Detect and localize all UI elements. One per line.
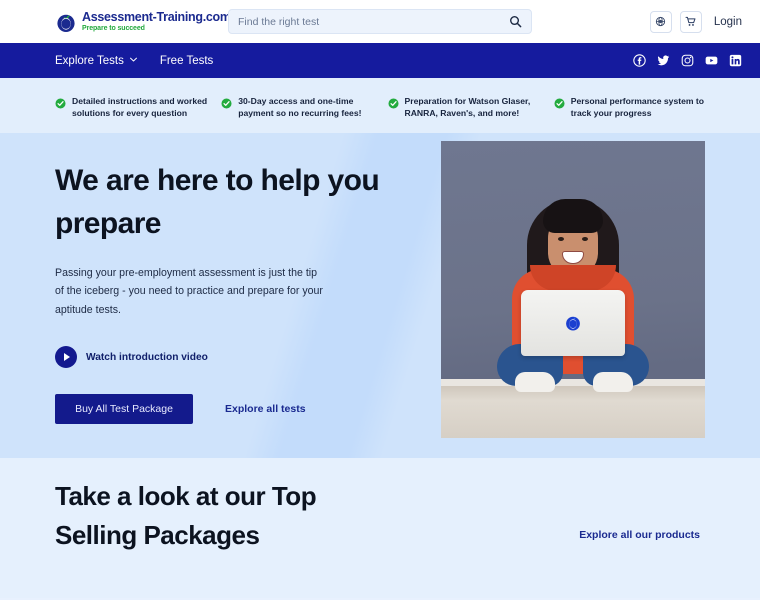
top-selling-packages-section: Take a look at our Top Selling Packages … xyxy=(0,458,760,599)
play-circle-icon xyxy=(55,346,77,369)
watch-intro-video-link[interactable]: Watch introduction video xyxy=(55,346,208,369)
explore-all-products-link[interactable]: Explore all our products xyxy=(579,529,700,541)
logo-title: Assessment-Training.com xyxy=(82,10,231,25)
nav-label-explore-tests: Explore Tests xyxy=(55,54,124,67)
nav-item-free-tests[interactable]: Free Tests xyxy=(160,55,213,67)
facebook-icon[interactable] xyxy=(633,54,646,67)
search-bar[interactable] xyxy=(228,9,532,34)
feature-text: Preparation for Watson Glaser, RANRA, Ra… xyxy=(404,96,531,119)
search-icon[interactable] xyxy=(508,15,522,29)
chevron-down-icon xyxy=(129,55,138,67)
site-logo[interactable]: Assessment-Training.com Prepare to succe… xyxy=(55,11,231,33)
top-header: Assessment-Training.com Prepare to succe… xyxy=(0,0,760,43)
apple-blueberry-logo-icon xyxy=(55,11,77,33)
logo-tagline: Prepare to succeed xyxy=(82,24,145,32)
linkedin-icon[interactable] xyxy=(729,54,742,67)
check-circle-icon xyxy=(221,96,232,109)
feature-item: Personal performance system to track you… xyxy=(554,95,720,119)
social-links xyxy=(633,54,742,67)
hero-title: We are here to help you prepare xyxy=(55,164,380,240)
shopping-cart-icon[interactable] xyxy=(679,10,702,33)
watch-video-label: Watch introduction video xyxy=(86,351,208,363)
login-link[interactable]: Login xyxy=(714,16,742,28)
check-circle-icon xyxy=(55,96,66,109)
feature-item: Preparation for Watson Glaser, RANRA, Ra… xyxy=(387,95,554,119)
header-actions: Login xyxy=(649,0,742,43)
feature-text: Personal performance system to track you… xyxy=(570,96,705,119)
nav-item-explore-tests[interactable]: Explore Tests xyxy=(55,55,138,67)
twitter-icon[interactable] xyxy=(657,54,670,67)
hero-content: We are here to help you prepare Passing … xyxy=(55,133,415,458)
check-circle-icon xyxy=(554,96,565,109)
explore-all-tests-link[interactable]: Explore all tests xyxy=(225,403,306,415)
search-input[interactable] xyxy=(238,15,508,28)
feature-text: 30-Day access and one-time payment so no… xyxy=(238,96,362,119)
laptop-brand-logo-icon xyxy=(563,313,583,333)
hero-image xyxy=(441,141,705,439)
feature-item: Detailed instructions and worked solutio… xyxy=(55,95,221,119)
youtube-icon[interactable] xyxy=(705,54,718,67)
feature-text: Detailed instructions and worked solutio… xyxy=(72,96,208,119)
feature-highlights-bar: Detailed instructions and worked solutio… xyxy=(0,78,760,134)
hero-cta-row: Buy All Test Package Explore all tests xyxy=(55,394,415,425)
globe-icon[interactable] xyxy=(649,10,672,33)
instagram-icon[interactable] xyxy=(681,54,694,67)
section-title: Take a look at our Top Selling Packages xyxy=(55,481,317,550)
nav-label-free-tests: Free Tests xyxy=(159,54,214,67)
buy-all-test-package-button[interactable]: Buy All Test Package xyxy=(55,394,193,425)
feature-item: 30-Day access and one-time payment so no… xyxy=(221,95,387,119)
check-circle-icon xyxy=(387,96,399,109)
hero-subtitle: Passing your pre-employment assessment i… xyxy=(55,266,323,317)
hero-section: We are here to help you prepare Passing … xyxy=(0,133,760,459)
main-navigation: Explore Tests Free Tests xyxy=(0,43,760,78)
